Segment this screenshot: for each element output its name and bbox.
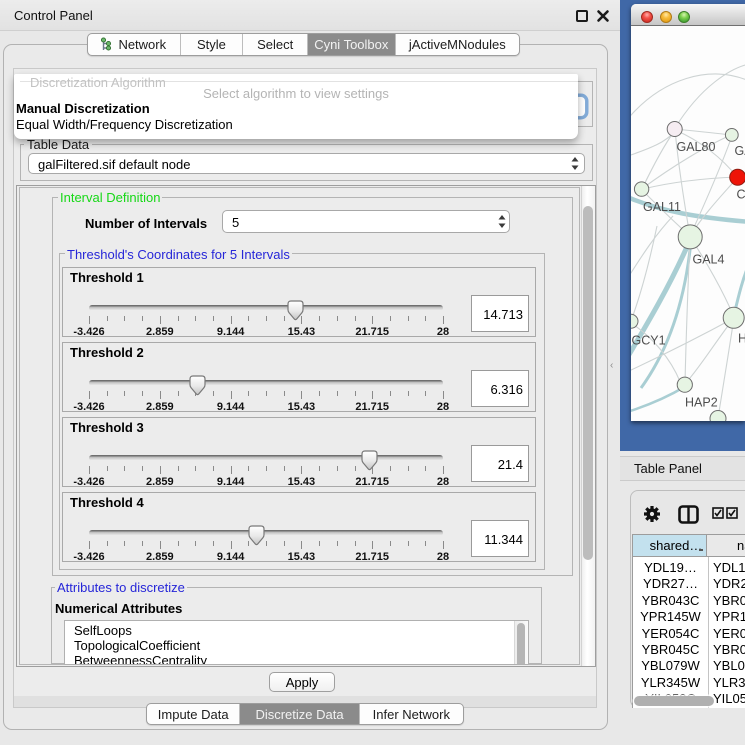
svg-text:HAP2: HAP2 <box>685 396 718 410</box>
svg-text:CD: CD <box>737 188 745 202</box>
svg-text:H: H <box>738 332 745 346</box>
svg-text:GAL80: GAL80 <box>677 140 716 154</box>
svg-text:GA: GA <box>735 144 745 158</box>
svg-text:GAL4: GAL4 <box>693 253 725 267</box>
svg-text:GCY1: GCY1 <box>632 334 666 348</box>
svg-text:GAL11: GAL11 <box>643 200 681 214</box>
